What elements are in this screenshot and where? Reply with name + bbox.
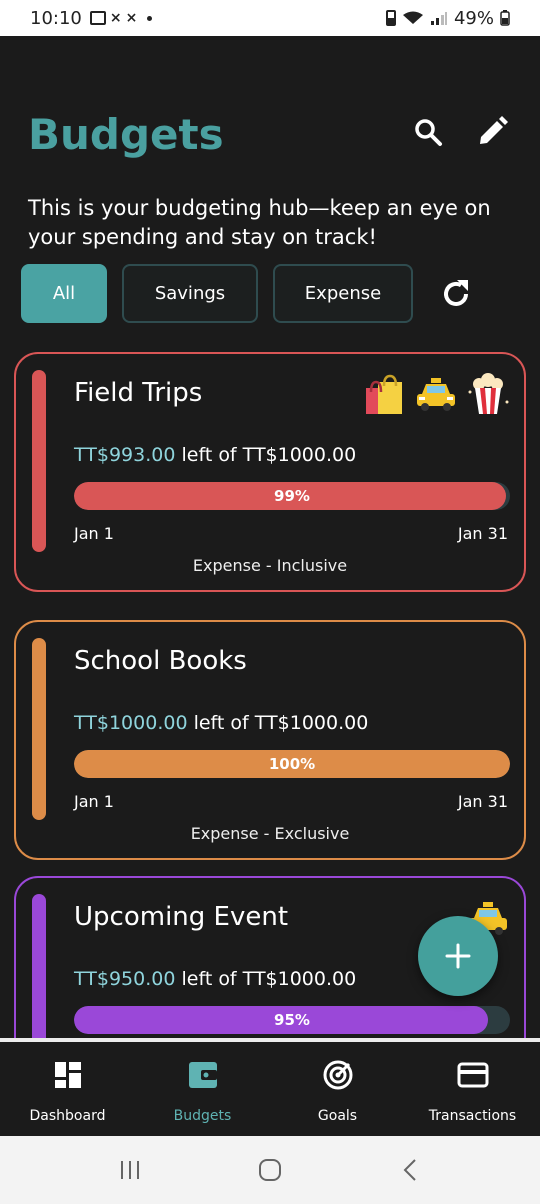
battery-percent: 49% bbox=[453, 7, 494, 29]
nav-label-dashboard: Dashboard bbox=[29, 1108, 106, 1124]
image-notification-icon bbox=[89, 11, 106, 25]
budget-amount-line: TT$993.00 left of TT$1000.00 bbox=[74, 444, 356, 466]
more-notifications-dot bbox=[147, 15, 153, 21]
add-budget-button[interactable] bbox=[418, 916, 498, 996]
budget-color-stripe bbox=[32, 370, 46, 552]
nav-item-dashboard[interactable]: Dashboard bbox=[0, 1042, 135, 1136]
budget-category-icons bbox=[362, 372, 510, 416]
budget-end-date: Jan 31 bbox=[457, 792, 508, 811]
budget-amount-line: TT$950.00 left of TT$1000.00 bbox=[74, 968, 356, 990]
nav-item-transactions[interactable]: Transactions bbox=[405, 1042, 540, 1136]
plus-icon bbox=[445, 943, 471, 969]
popcorn-icon bbox=[468, 373, 509, 414]
budget-amount-left: TT$1000.00 bbox=[74, 712, 188, 734]
home-button[interactable] bbox=[250, 1150, 290, 1190]
filter-chip-all[interactable]: All bbox=[21, 264, 107, 323]
page-title: Budgets bbox=[28, 110, 224, 159]
status-right: 49% bbox=[385, 7, 510, 29]
budget-progress-label: 95% bbox=[274, 1011, 310, 1029]
refresh-button[interactable] bbox=[436, 274, 476, 314]
budget-amount-line: TT$1000.00 left of TT$1000.00 bbox=[74, 712, 368, 734]
budget-progress-bar: 99% bbox=[74, 482, 510, 510]
budget-left-of-text: left of TT$1000.00 bbox=[181, 444, 357, 466]
nav-label-budgets: Budgets bbox=[173, 1108, 232, 1124]
battery-icon bbox=[500, 10, 510, 26]
filter-chips: All Savings Expense bbox=[21, 264, 476, 323]
budget-progress-bar: 100% bbox=[74, 750, 510, 778]
budget-progress-label: 100% bbox=[268, 755, 316, 773]
page-subtitle: This is your budgeting hub—keep an eye o… bbox=[28, 196, 491, 249]
budget-start-date: Jan 1 bbox=[74, 792, 114, 811]
taxi-icon bbox=[417, 378, 455, 411]
budget-end-date: Jan 31 bbox=[457, 524, 508, 543]
budget-name: School Books bbox=[74, 646, 247, 676]
budget-card[interactable]: Field Trips TT$993.00 left of TT$1000.00… bbox=[14, 352, 526, 592]
signal-icon bbox=[430, 12, 447, 25]
budget-type: Expense - Exclusive bbox=[190, 824, 350, 843]
budget-start-date: Jan 1 bbox=[74, 524, 114, 543]
search-icon bbox=[415, 119, 442, 146]
notification-icons: ⨯ ⨯ bbox=[89, 10, 153, 26]
back-button[interactable] bbox=[390, 1150, 430, 1190]
pencil-icon bbox=[480, 116, 508, 144]
budget-color-stripe bbox=[32, 894, 46, 1038]
card-icon bbox=[456, 1058, 490, 1092]
nav-label-goals: Goals bbox=[317, 1108, 358, 1124]
home-icon bbox=[259, 1159, 281, 1181]
budget-left-of-text: left of TT$1000.00 bbox=[193, 712, 369, 734]
budget-progress-label: 99% bbox=[274, 487, 310, 505]
nav-item-goals[interactable]: Goals bbox=[270, 1042, 405, 1136]
capcut-icon: ⨯ bbox=[109, 10, 122, 26]
bottom-navigation: Dashboard Budgets Goals Transactions bbox=[0, 1038, 540, 1136]
recent-apps-icon bbox=[121, 1161, 139, 1179]
recent-apps-button[interactable] bbox=[110, 1150, 150, 1190]
wallet-icon bbox=[186, 1058, 220, 1092]
wifi-icon bbox=[402, 11, 423, 24]
system-navigation-bar bbox=[0, 1136, 540, 1204]
budget-amount-left: TT$950.00 bbox=[74, 968, 176, 990]
budget-progress-bar: 95% bbox=[74, 1006, 510, 1034]
nav-item-budgets[interactable]: Budgets bbox=[135, 1042, 270, 1136]
dashboard-icon bbox=[51, 1058, 85, 1092]
refresh-icon bbox=[444, 279, 468, 306]
budget-left-of-text: left of TT$1000.00 bbox=[181, 968, 357, 990]
budget-type: Expense - Inclusive bbox=[192, 556, 348, 575]
filter-chip-savings[interactable]: Savings bbox=[122, 264, 258, 323]
back-icon bbox=[403, 1159, 416, 1181]
goals-icon bbox=[321, 1058, 355, 1092]
nav-label-transactions: Transactions bbox=[428, 1108, 517, 1124]
budget-name: Field Trips bbox=[74, 378, 203, 408]
budget-amount-left: TT$993.00 bbox=[74, 444, 176, 466]
budget-color-stripe bbox=[32, 638, 46, 820]
search-button[interactable] bbox=[408, 112, 448, 152]
status-time: 10:10 bbox=[30, 7, 82, 29]
capcut-icon-2: ⨯ bbox=[125, 10, 138, 26]
battery-saver-icon bbox=[385, 10, 396, 26]
shopping-bags-icon bbox=[366, 374, 402, 414]
edit-button[interactable] bbox=[472, 112, 512, 152]
budget-card[interactable]: School Books TT$1000.00 left of TT$1000.… bbox=[14, 620, 526, 860]
budget-name: Upcoming Event bbox=[74, 902, 289, 932]
status-bar: 10:10 ⨯ ⨯ 49% bbox=[0, 0, 540, 36]
filter-chip-expense[interactable]: Expense bbox=[273, 264, 413, 323]
